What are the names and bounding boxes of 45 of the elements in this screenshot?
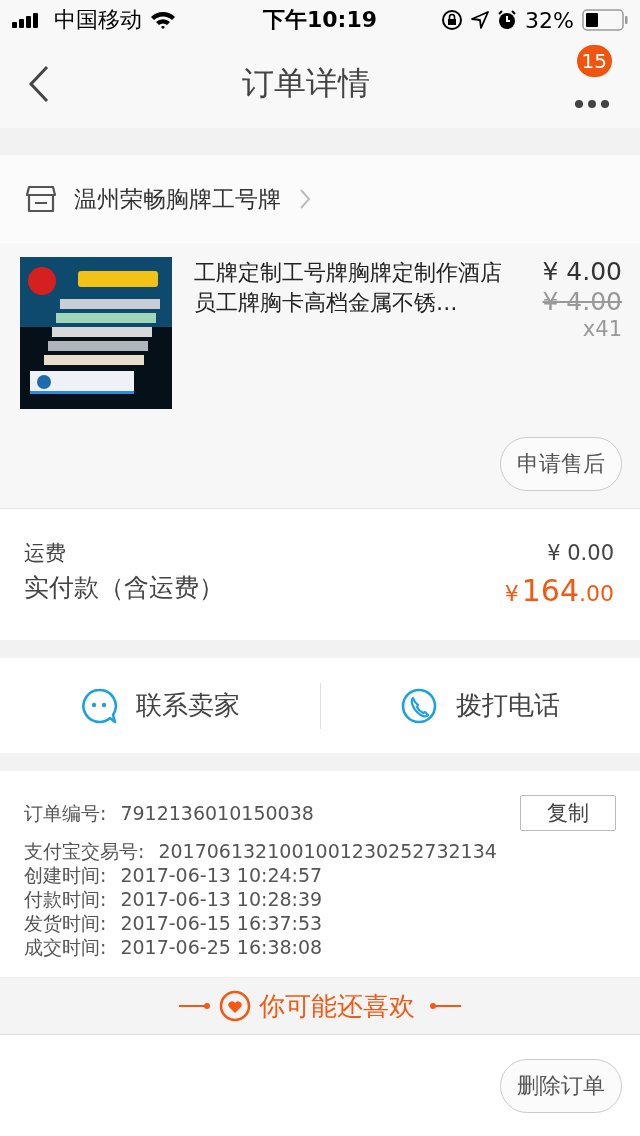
shipping-fee: ¥ 0.00 xyxy=(547,541,614,565)
battery-icon xyxy=(582,9,628,31)
product-price: ¥ 4.00 xyxy=(542,257,622,286)
shop-name[interactable]: 温州荣畅胸牌工号牌 xyxy=(74,183,281,215)
shop-icon xyxy=(26,185,56,213)
rotation-lock-icon xyxy=(441,9,464,31)
info-value: 2017-06-25 16:38:08 xyxy=(120,935,324,959)
decorative-line-icon xyxy=(429,1001,461,1011)
wifi-icon xyxy=(150,10,176,30)
battery-percent: 32% xyxy=(525,7,574,33)
copy-button[interactable]: 复制 xyxy=(520,795,616,831)
info-label: 订单编号: xyxy=(24,801,107,825)
info-value: 2017061321001001230252732134 xyxy=(158,839,498,863)
product-quantity: x41 xyxy=(582,317,622,341)
section-title: 你可能还喜欢 xyxy=(259,989,415,1023)
alarm-icon xyxy=(497,10,518,30)
info-value: 2017-06-15 16:37:53 xyxy=(120,911,324,935)
info-label: 创建时间: xyxy=(24,863,107,887)
total-paid-amount: ¥164.00 xyxy=(504,573,614,608)
info-label: 付款时间: xyxy=(24,887,107,911)
carrier-name: 中国移动 xyxy=(54,6,142,34)
status-time: 下午10:19 xyxy=(263,6,377,34)
more-icon[interactable] xyxy=(574,99,610,109)
notification-badge: 15 xyxy=(576,45,612,77)
info-label: 支付宝交易号: xyxy=(24,839,145,863)
location-icon xyxy=(471,11,490,29)
after-sale-button[interactable]: 申请售后 xyxy=(500,437,622,491)
contact-button[interactable]: 拨打电话 xyxy=(396,682,565,729)
page-title: 订单详情 xyxy=(241,63,371,104)
chat-icon xyxy=(79,686,118,725)
delete-order-button[interactable]: 删除订单 xyxy=(500,1059,622,1113)
chevron-right-icon xyxy=(299,188,311,210)
total-paid-label: 实付款（含运费） xyxy=(24,572,224,604)
decorative-line-icon xyxy=(179,1001,211,1011)
info-label: 发货时间: xyxy=(24,911,107,935)
product-title[interactable]: 工牌定制工号牌胸牌定制作酒店员工牌胸卡高档金属不锈… xyxy=(194,258,521,409)
shipping-label: 运费 xyxy=(24,540,66,567)
info-value: 2017-06-13 10:28:39 xyxy=(120,887,324,911)
info-label: 成交时间: xyxy=(24,935,107,959)
phone-icon xyxy=(400,686,439,725)
back-icon[interactable] xyxy=(28,65,50,103)
info-value: 2017-06-13 10:24:57 xyxy=(120,863,324,887)
info-value: 7912136010150038 xyxy=(120,801,315,825)
contact-button[interactable]: 联系卖家 xyxy=(75,682,244,729)
original-price: ¥ 4.00 xyxy=(542,287,622,316)
